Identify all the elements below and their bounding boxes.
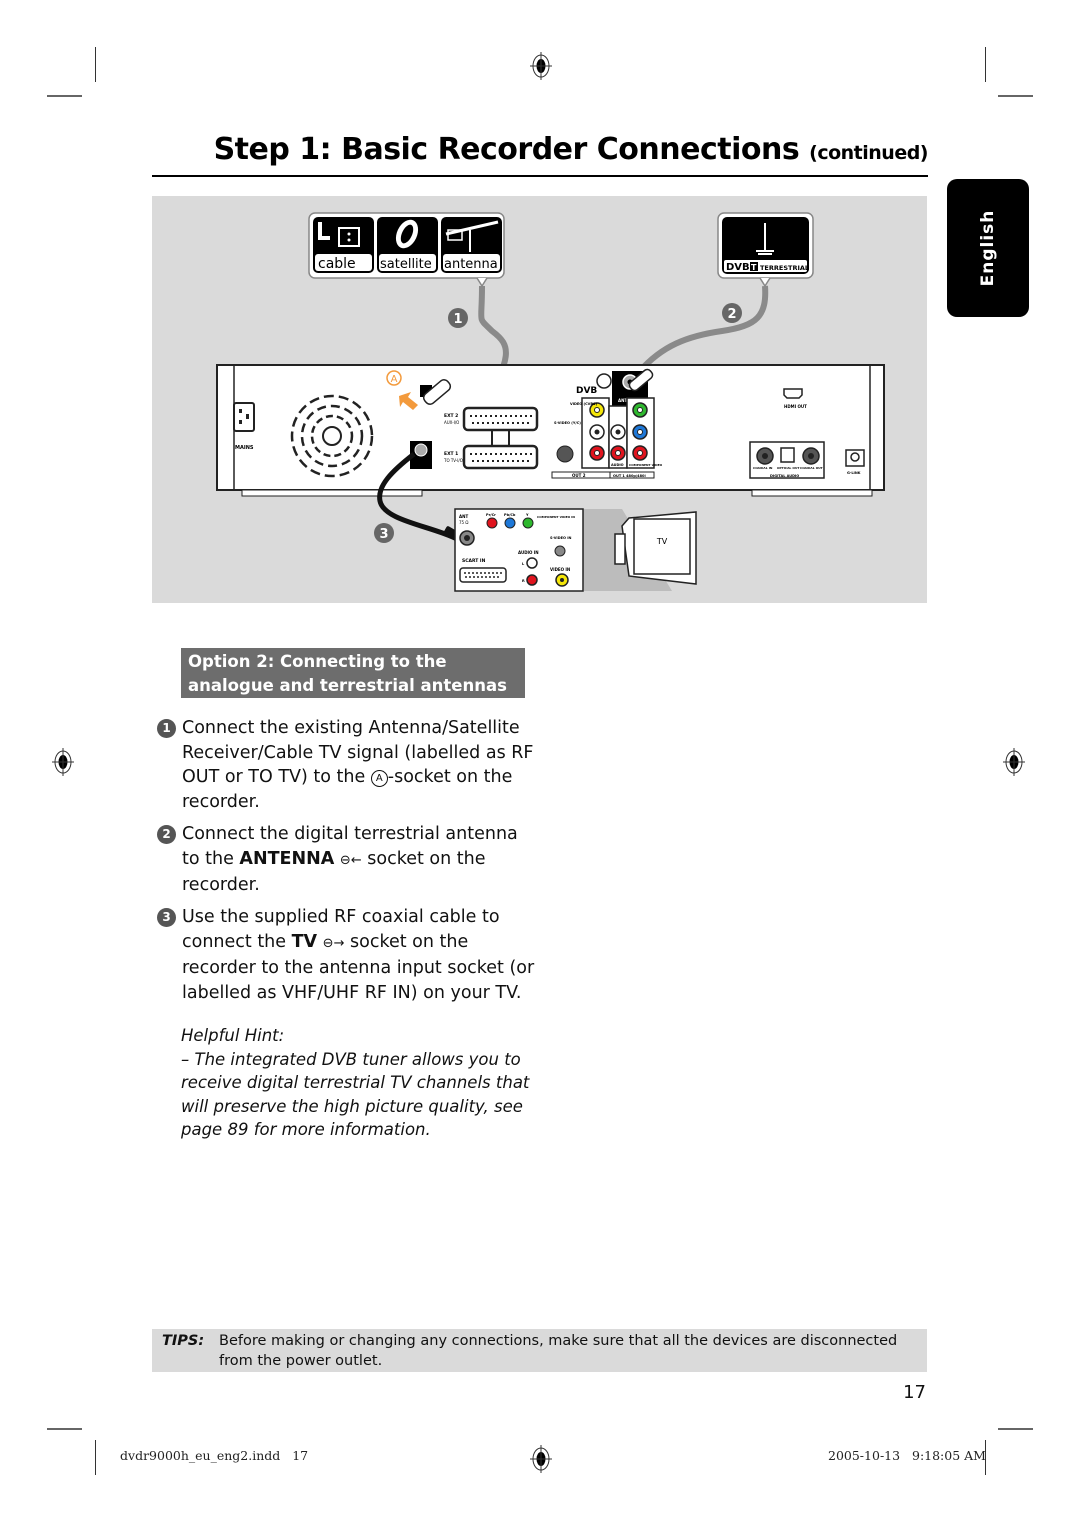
- hdmi-out-socket: [783, 388, 803, 399]
- crop-mark: [47, 1428, 82, 1430]
- socket-a-label: A: [391, 374, 398, 385]
- callout-2-label: 2: [727, 307, 736, 322]
- coaxial-in-label: COAXIAL IN: [753, 466, 773, 470]
- cable-2: [637, 285, 769, 373]
- tv-ant-label: ANT: [459, 514, 468, 519]
- registration-mark-icon: [52, 748, 74, 776]
- step-3: 3 Use the supplied RF coaxial cable to c…: [157, 905, 537, 1005]
- crop-mark: [998, 95, 1033, 97]
- coaxial-out-label: COAXIAL OUT: [800, 466, 824, 470]
- recorder-dvb-logo: DVB: [576, 386, 597, 396]
- tv-component-label: COMPONENT VIDEO IN: [537, 515, 575, 519]
- svideo-out-socket: [556, 445, 574, 463]
- crop-mark: [47, 95, 82, 97]
- socket-a-icon: A: [370, 770, 388, 787]
- tv-svideo-label: S-VIDEO IN: [550, 536, 572, 540]
- page-title-main: Step 1: Basic Recorder Connections: [213, 132, 800, 167]
- ext2-sub-label: AUX-I/O: [444, 420, 459, 425]
- tv-pb-label: Pb/Cb: [504, 513, 516, 517]
- scart-ext1: [462, 444, 539, 470]
- tv-audio-in-label: AUDIO IN: [518, 550, 539, 555]
- step-number: 3: [157, 908, 176, 927]
- audio-label: AUDIO: [611, 463, 624, 467]
- callout-3: 3: [374, 523, 394, 543]
- dvb-terrestrial-label: TERRESTRIAL: [760, 264, 809, 272]
- optical-out-label: OPTICAL OUT: [777, 466, 800, 470]
- connection-diagram: cable satellite antenna DVB T TERRESTRIA…: [152, 196, 927, 603]
- source-label-cable: cable: [318, 256, 356, 272]
- page-title: Step 1: Basic Recorder Connections (cont…: [150, 132, 929, 167]
- tips-label: TIPS:: [162, 1333, 205, 1349]
- ext1-label: EXT 1: [444, 451, 458, 457]
- dvb-logo: DVB: [726, 262, 750, 273]
- tv-keyword: TV: [291, 931, 318, 952]
- tv-r-label: R: [522, 579, 525, 583]
- callout-1: 1: [448, 308, 468, 328]
- ext1-sub-label: TO TV-I/O: [443, 458, 463, 463]
- step-number: 2: [157, 825, 176, 844]
- tips-text: Before making or changing any connection…: [219, 1333, 898, 1369]
- connection-diagram-svg: cable satellite antenna DVB T TERRESTRIA…: [216, 212, 885, 592]
- language-tab: English: [947, 179, 1029, 317]
- ext2-label: EXT 2: [444, 413, 458, 419]
- dvb-terrestrial-box: DVB T TERRESTRIAL: [717, 212, 814, 288]
- glink-label: G-LINK: [847, 471, 861, 475]
- callout-3-label: 3: [379, 527, 388, 542]
- registration-mark-icon: [1003, 748, 1025, 776]
- crop-mark: [95, 47, 96, 82]
- tv-y-label: Y: [525, 513, 529, 517]
- out1-label: OUT 1 480p/480i: [613, 474, 646, 478]
- registration-mark-icon: [530, 1445, 552, 1473]
- tv-scart-in-label: SCART IN: [462, 558, 486, 564]
- svideo-label: S-VIDEO (Y/C): [554, 421, 581, 425]
- tv-ant-sub-label: 75 Ω: [459, 520, 468, 525]
- option-heading: Option 2: Connecting to the analogue and…: [181, 648, 525, 698]
- mains-label: MAINS: [235, 445, 254, 451]
- component-label: COMPONENT VIDEO: [629, 463, 663, 467]
- crop-mark: [998, 1428, 1033, 1430]
- scart-ext2: [462, 406, 539, 432]
- hdmi-out-label: HDMI OUT: [784, 404, 807, 409]
- av-jack-panel: [581, 397, 655, 469]
- crop-mark: [985, 47, 986, 82]
- signal-source-box: cable satellite antenna: [308, 212, 505, 288]
- slug-timestamp: 2005-10-13 9:18:05 AM: [828, 1448, 986, 1463]
- page-title-suffix: (continued): [809, 142, 928, 164]
- step-1: 1 Connect the existing Antenna/Satellite…: [157, 716, 537, 814]
- slug-file: dvdr9000h_eu_eng2.indd 17: [120, 1448, 309, 1463]
- source-label-antenna: antenna: [444, 257, 498, 272]
- antenna-keyword: ANTENNA: [239, 848, 335, 869]
- title-rule: [152, 175, 928, 177]
- callout-1-label: 1: [453, 312, 462, 327]
- language-tab-label: English: [978, 209, 998, 287]
- digital-audio-panel: [749, 441, 825, 479]
- source-label-satellite: satellite: [380, 257, 432, 272]
- callout-2: 2: [722, 303, 742, 323]
- tv-video-in-label: VIDEO IN: [550, 567, 570, 572]
- step-number: 1: [157, 719, 176, 738]
- video-cvbs-label: VIDEO (CVBS): [570, 402, 598, 406]
- dvb-logo-t: T: [751, 263, 757, 272]
- tv-label: TV: [656, 537, 668, 546]
- digital-audio-label: DIGITAL AUDIO: [770, 474, 799, 478]
- glink-socket: [845, 449, 865, 467]
- antenna-in-icon: ⊖←: [339, 852, 362, 868]
- step-2: 2 Connect the digital terrestrial antenn…: [157, 822, 537, 898]
- registration-mark-icon: [530, 52, 552, 80]
- antenna-out-icon: ⊖→: [322, 935, 345, 951]
- out2-label: OUT 2: [572, 473, 586, 478]
- tv-pr-label: Pr/Cr: [486, 513, 496, 517]
- option-heading-line2: analogue and terrestrial antennas: [188, 676, 507, 695]
- option-heading-line1: Option 2: Connecting to the: [188, 652, 447, 671]
- page-number: 17: [903, 1382, 926, 1403]
- hint-text: – The integrated DVB tuner allows you to…: [181, 1049, 530, 1140]
- crop-mark: [95, 1440, 96, 1475]
- tips-bar: TIPS: Before making or changing any conn…: [152, 1329, 927, 1372]
- helpful-hint: Helpful Hint: – The integrated DVB tuner…: [181, 1024, 541, 1142]
- mains-socket-icon: [233, 402, 255, 432]
- hint-title: Helpful Hint:: [181, 1026, 285, 1045]
- recorder-rear-panel: MAINS A EXT 2 AUX-I/O EXT 1 TO TV-I/O DV…: [216, 364, 885, 497]
